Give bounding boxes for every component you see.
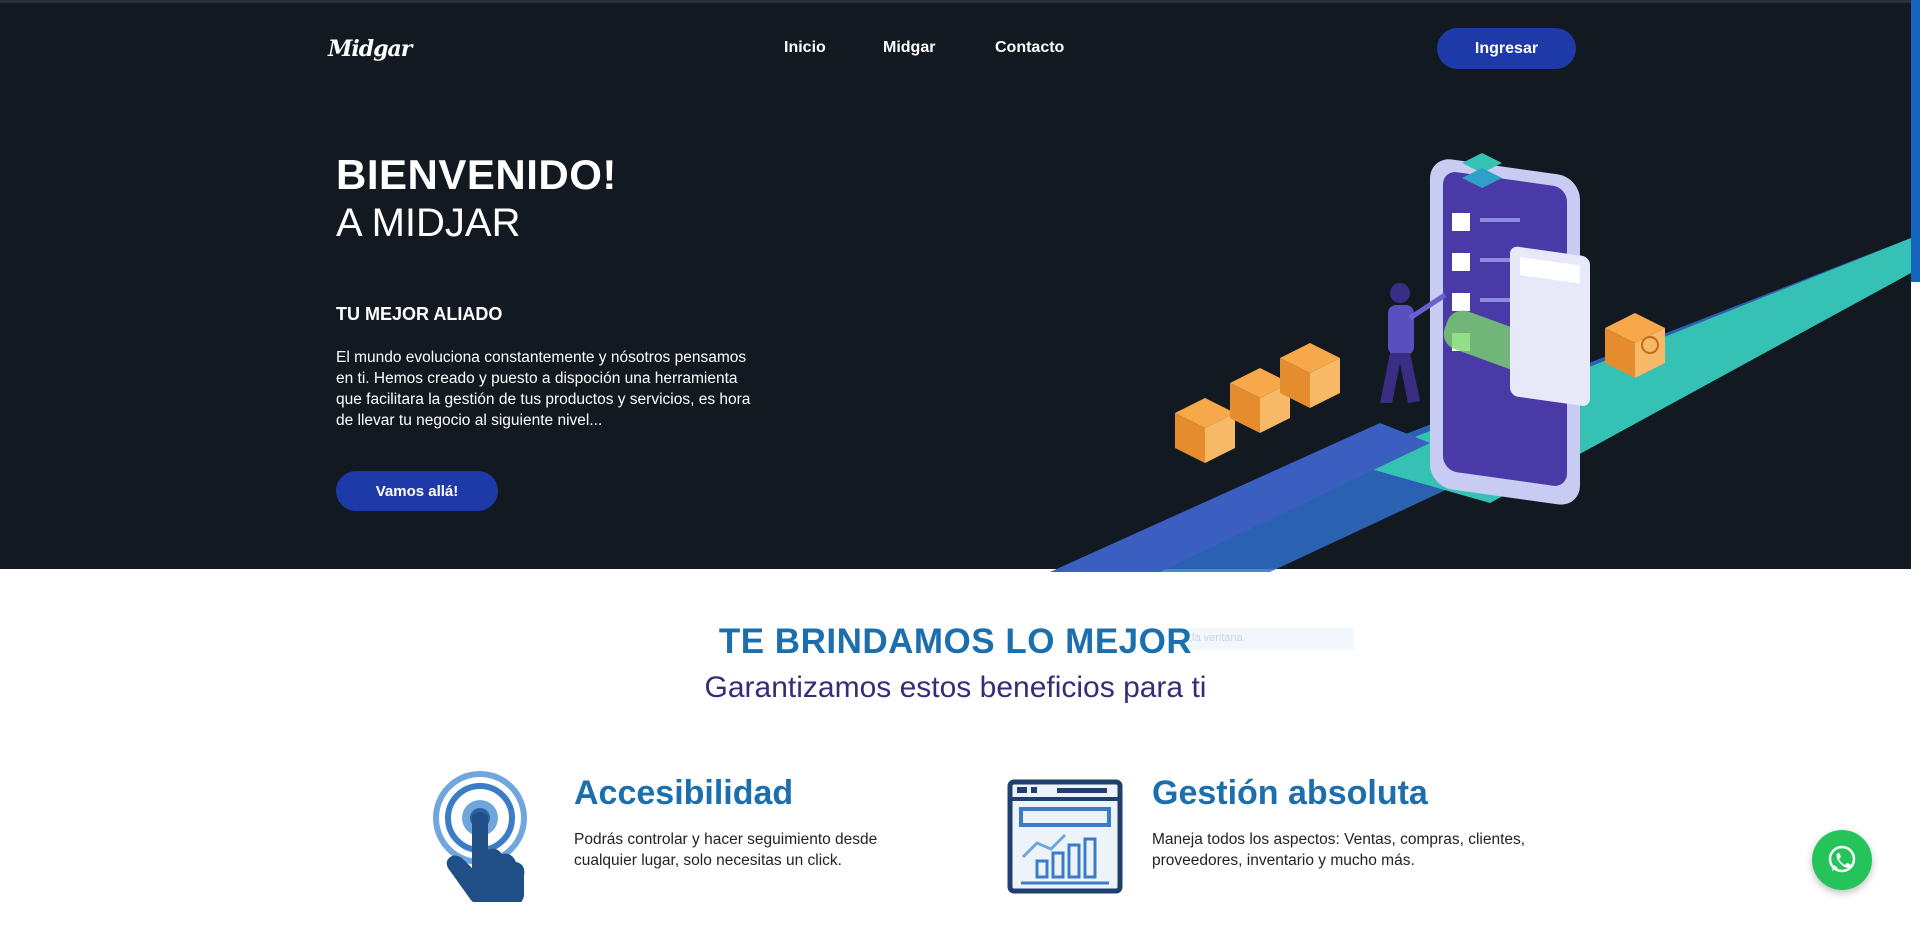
hero-subtitle: A MIDJAR <box>336 201 521 245</box>
nav-contacto[interactable]: Contacto <box>995 39 1064 57</box>
scrollbar[interactable] <box>1911 0 1920 927</box>
feature-title-accesibilidad: Accesibilidad <box>574 774 794 812</box>
nav-inicio[interactable]: Inicio <box>784 39 826 57</box>
logo-text: Midgar <box>328 36 412 62</box>
cta-button[interactable]: Vamos allá! <box>336 471 498 511</box>
hero-section: Midgar Inicio Midgar Contacto Ingresar B… <box>0 0 1911 572</box>
touch-icon <box>433 771 527 902</box>
hero-tagline: TU MEJOR ALIADO <box>336 304 503 324</box>
feature-desc-accesibilidad: Podrás controlar y hacer seguimiento des… <box>574 831 878 869</box>
nav-midgar[interactable]: Midgar <box>883 39 935 57</box>
benefits-subtitle: Garantizamos estos beneficios para ti <box>704 671 1207 704</box>
whatsapp-button[interactable] <box>1812 830 1872 890</box>
benefits-title: TE BRINDAMOS LO MEJOR <box>718 622 1193 661</box>
feature-desc-gestion: Maneja todos los aspectos: Ventas, compr… <box>1152 831 1526 869</box>
hero-description: El mundo evoluciona constantemente y nós… <box>336 349 751 429</box>
whatsapp-icon <box>1828 845 1856 873</box>
login-button[interactable]: Ingresar <box>1437 28 1576 69</box>
hero-title: BIENVENIDO! <box>336 151 617 198</box>
dashboard-icon <box>1007 779 1123 894</box>
inventory-illustration <box>1050 153 1911 572</box>
feature-title-gestion: Gestión absoluta <box>1152 774 1428 812</box>
scrollbar-thumb[interactable] <box>1911 0 1920 282</box>
midgar-logo[interactable]: Midgar <box>328 23 412 75</box>
